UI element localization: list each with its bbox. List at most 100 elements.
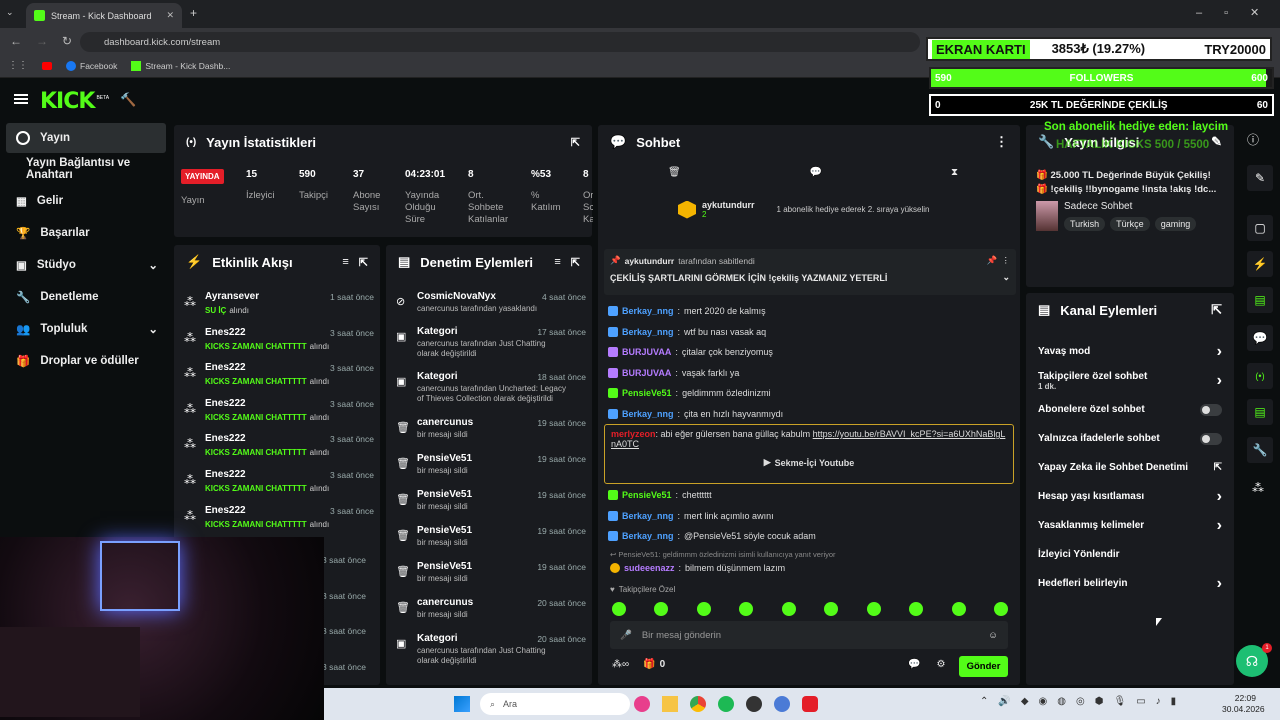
- youtube-icon[interactable]: [42, 61, 52, 70]
- chat-icon[interactable]: 💬: [810, 167, 822, 178]
- hourglass-icon[interactable]: ⧗: [951, 167, 958, 178]
- forward-icon[interactable]: →: [36, 34, 48, 48]
- edit-rail-icon[interactable]: ✎: [1247, 165, 1273, 191]
- chat-user[interactable]: sudeeenazz: [624, 563, 675, 573]
- chat-user[interactable]: BURJUVAA: [622, 368, 671, 378]
- activity-event[interactable]: ⁂ Enes222 KICKS ZAMANI CHATTTTT alındı 3 saa…: [184, 431, 374, 465]
- channel-action[interactable]: Takipçilere özel sohbet 1 dk. ›: [1026, 366, 1234, 395]
- speaker-icon[interactable]: ♪: [1156, 696, 1161, 707]
- tray-app-icon[interactable]: ◉: [1039, 696, 1048, 707]
- moderation-target[interactable]: canercunus: [417, 597, 473, 608]
- nav-topluluk[interactable]: 👥 Topluluk ⌄: [6, 315, 166, 343]
- emote-icon[interactable]: [951, 602, 966, 616]
- tray-chevron-icon[interactable]: ⌃: [980, 696, 988, 707]
- crop-icon[interactable]: ▢: [1247, 215, 1273, 241]
- emote-icon[interactable]: [696, 602, 711, 616]
- nav-basarilar[interactable]: 🏆 Başarılar: [6, 219, 166, 247]
- edit-icon[interactable]: ✎: [1211, 134, 1222, 150]
- tab-close-icon[interactable]: ✕: [166, 10, 174, 21]
- event-user[interactable]: Enes222: [205, 398, 246, 409]
- event-user[interactable]: Enes222: [205, 505, 246, 516]
- network-icon[interactable]: ▭: [1136, 696, 1145, 707]
- event-user[interactable]: Enes222: [205, 327, 246, 338]
- activity-event[interactable]: ⁂ Enes222 KICKS ZAMANI CHATTTTT alındı 3 saa…: [184, 325, 374, 359]
- activity-event[interactable]: ⁂ Enes222 KICKS ZAMANI CHATTTTT alındı 3 saa…: [184, 467, 374, 501]
- folder-icon[interactable]: [662, 696, 678, 712]
- channel-rail-icon[interactable]: ▤: [1247, 399, 1273, 425]
- channel-action[interactable]: Yapay Zeka ile Sohbet Denetimi ⇱: [1026, 453, 1234, 482]
- mic-icon[interactable]: 🎤: [620, 630, 632, 641]
- url-field[interactable]: dashboard.kick.com/stream: [80, 32, 920, 52]
- emote-icon[interactable]: [909, 602, 924, 616]
- emote-icon[interactable]: [781, 602, 796, 616]
- clock[interactable]: 22:09 30.04.2026: [1222, 693, 1265, 715]
- stream-tag[interactable]: Türkçe: [1110, 217, 1150, 231]
- volume-icon[interactable]: 🔊: [998, 696, 1010, 707]
- chat-user[interactable]: BURJUVAA: [622, 347, 671, 357]
- minimize-icon[interactable]: –: [1196, 7, 1202, 19]
- taskbar-search[interactable]: ⌕ Ara: [480, 693, 630, 715]
- chat-user[interactable]: Berkay_nng: [622, 409, 674, 419]
- chat-user[interactable]: Berkay_nng: [622, 306, 674, 316]
- chat-input[interactable]: 🎤 Bir mesaj gönderin ☺: [610, 621, 1008, 649]
- channel-action[interactable]: Yalnızca ifadelerle sohbet: [1026, 424, 1234, 453]
- activity-event[interactable]: ⁂ Enes222 KICKS ZAMANI CHATTTTT alındı 3 saa…: [184, 360, 374, 394]
- stream-tag[interactable]: gaming: [1154, 217, 1197, 231]
- close-window-icon[interactable]: ✕: [1250, 6, 1259, 19]
- emote-icon[interactable]: [654, 602, 669, 616]
- steam-icon[interactable]: ◎: [1076, 696, 1085, 707]
- activity-event[interactable]: ⁂ Enes222 KICKS ZAMANI CHATTTTT alındı 3 saa…: [184, 396, 374, 430]
- back-icon[interactable]: ←: [10, 34, 22, 48]
- gift-box-icon[interactable]: 🎁: [643, 659, 655, 670]
- emote-icon[interactable]: [866, 602, 881, 616]
- more-icon[interactable]: ⋮: [1002, 255, 1011, 266]
- mic-tray-icon[interactable]: 🎙: [1113, 696, 1126, 707]
- tray-app-icon[interactable]: ◍: [1057, 696, 1066, 707]
- chat-user[interactable]: Berkay_nng: [622, 511, 674, 521]
- tray-app-icon[interactable]: ◆: [1021, 696, 1029, 707]
- moderation-target[interactable]: Kategori: [417, 326, 458, 337]
- menu-icon[interactable]: [14, 94, 28, 104]
- stream-tag[interactable]: Turkish: [1064, 217, 1106, 231]
- nav-droplar[interactable]: 🎁 Droplar ve ödüller: [6, 347, 166, 375]
- more-icon[interactable]: ⋮: [995, 134, 1008, 150]
- channel-action[interactable]: İzleyici Yönlendir: [1026, 540, 1234, 569]
- event-user[interactable]: Enes222: [205, 362, 246, 373]
- chat-user[interactable]: merlyzeon: [611, 429, 656, 439]
- browser-tab[interactable]: Stream - Kick Dashboard ✕: [26, 3, 182, 28]
- broadcast-rail-icon[interactable]: (•): [1247, 363, 1273, 389]
- emote-icon[interactable]: [824, 602, 839, 616]
- nav-gelir[interactable]: ▦ Gelir: [6, 187, 166, 215]
- send-button[interactable]: Gönder: [959, 656, 1008, 677]
- log-rail-icon[interactable]: ▤: [1247, 287, 1273, 313]
- unpin-icon[interactable]: 📌: [987, 255, 998, 266]
- nav-studyo[interactable]: ▣ Stüdyo ⌄: [6, 251, 166, 279]
- channel-action[interactable]: Yasaklanmış kelimeler ›: [1026, 511, 1234, 540]
- nav-denetleme[interactable]: 🔧 Denetleme: [6, 283, 166, 311]
- moderation-target[interactable]: CosmicNovaNyx: [417, 291, 496, 302]
- wrench-rail-icon[interactable]: 🔧: [1247, 437, 1273, 463]
- moderation-target[interactable]: PensieVe51: [417, 453, 472, 464]
- chat-user[interactable]: Berkay_nng: [622, 531, 674, 541]
- expand-icon[interactable]: ⇱: [571, 136, 580, 149]
- new-tab-icon[interactable]: +: [190, 6, 197, 20]
- filter-icon[interactable]: ≡: [554, 256, 560, 268]
- nav-yayin-baglantisi[interactable]: Yayın Bağlantısı ve Anahtarı: [6, 155, 166, 183]
- bookmark-kick[interactable]: Stream - Kick Dashb...: [131, 60, 230, 71]
- chat-user[interactable]: Berkay_nng: [622, 327, 674, 337]
- maximize-icon[interactable]: ▫: [1224, 7, 1228, 19]
- app-icon[interactable]: [774, 696, 790, 712]
- emoji-icon[interactable]: ☺: [988, 630, 998, 641]
- emote-icon[interactable]: [612, 602, 626, 616]
- info-icon[interactable]: ⓘ: [1247, 131, 1259, 148]
- app-icon[interactable]: [802, 696, 818, 712]
- tab-list-icon[interactable]: ⌄: [6, 7, 14, 18]
- emote-icon[interactable]: [993, 602, 1008, 616]
- category-name[interactable]: Sadece Sohbet: [1064, 201, 1196, 212]
- expand-icon[interactable]: ⇱: [359, 256, 368, 269]
- event-user[interactable]: Ayransever: [205, 291, 259, 302]
- activity-event[interactable]: ⁂ Ayransever SU İÇ alındı 1 saat önce: [184, 289, 374, 323]
- app-icon[interactable]: [634, 696, 650, 712]
- chevron-down-icon[interactable]: ⌄: [1002, 272, 1010, 283]
- trash-icon[interactable]: 🗑: [668, 167, 681, 178]
